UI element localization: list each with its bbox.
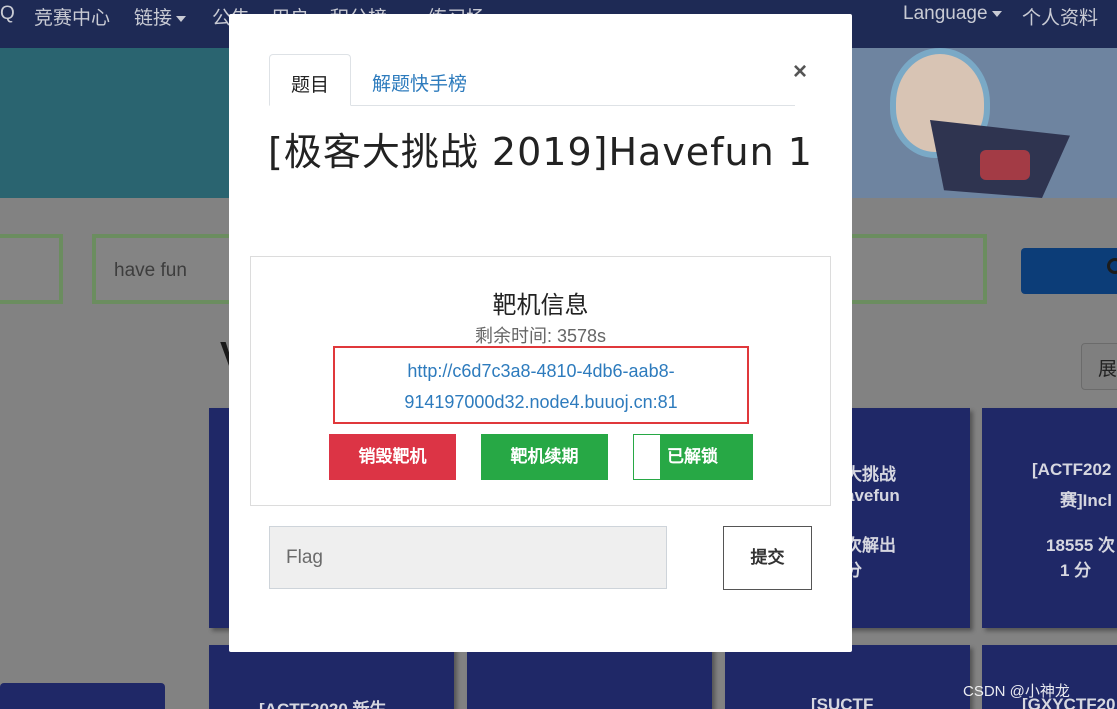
card-title-line1: [SUCTF [811,695,874,709]
search-icon [1107,258,1117,274]
card-title-line1: [ACTF2020 新生 [259,695,387,709]
expand-button[interactable]: 展 [1081,343,1117,390]
nav-profile[interactable]: 个人资料 [1022,3,1098,30]
tab-solve-ranking[interactable]: 解题快手榜 [372,54,467,106]
nav-search-glyph[interactable]: Q [0,3,15,25]
target-url-highlight: http://c6d7c3a8-4810-4db6-aab8-914197000… [333,346,749,424]
challenge-card[interactable]: [ACTF2020 新生 [209,645,454,709]
unlocked-toggle[interactable]: 已解锁 [633,434,753,480]
nav-item-contests[interactable]: 竞赛中心 [34,3,110,30]
card-solves: 次解出 [845,536,896,555]
target-machine-panel: 靶机信息 剩余时间: 3578s http://c6d7c3a8-4810-4d… [250,256,831,506]
close-icon[interactable]: × [793,58,807,86]
sidebar-block [0,683,165,709]
renew-target-button[interactable]: 靶机续期 [481,434,608,480]
unlocked-label: 已解锁 [667,447,718,466]
nav-item-links[interactable]: 链接 [134,3,186,30]
submit-button[interactable]: 提交 [723,526,812,590]
challenge-card[interactable]: [ACTF202 赛]Incl 18555 次 1 分 [982,408,1117,628]
banner-character-bow [980,150,1030,180]
card-points: 1 分 [1060,561,1092,580]
tab-challenge[interactable]: 题目 [269,54,351,106]
card-solves: 18555 次 [1046,536,1115,555]
watermark: CSDN @小神龙 [963,683,1070,700]
target-url-link[interactable]: http://c6d7c3a8-4810-4db6-aab8-914197000… [341,356,741,418]
destroy-target-button[interactable]: 销毁靶机 [329,434,456,480]
card-title-line2: avefun [845,486,900,505]
challenge-card[interactable] [467,645,712,709]
card-title-line2: 赛]Incl [1060,491,1112,510]
challenge-modal: 题目 解题快手榜 × [极客大挑战 2019]Havefun 1 靶机信息 剩余… [229,14,852,652]
filter-box-left[interactable] [0,234,63,304]
search-button[interactable] [1021,248,1117,294]
card-title-line1: [ACTF202 [1032,460,1112,479]
toggle-knob [634,435,660,479]
card-title-line1: 大挑战 [845,465,896,484]
challenge-title: [极客大挑战 2019]Havefun 1 [268,130,813,174]
remaining-time: 剩余时间: 3578s [474,326,607,346]
challenge-card[interactable]: [SUCTF [725,645,970,709]
nav-language[interactable]: Language [903,3,1002,25]
search-input-value: have fun [114,260,187,281]
flag-input[interactable] [269,526,667,589]
target-machine-heading: 靶机信息 [492,292,589,319]
